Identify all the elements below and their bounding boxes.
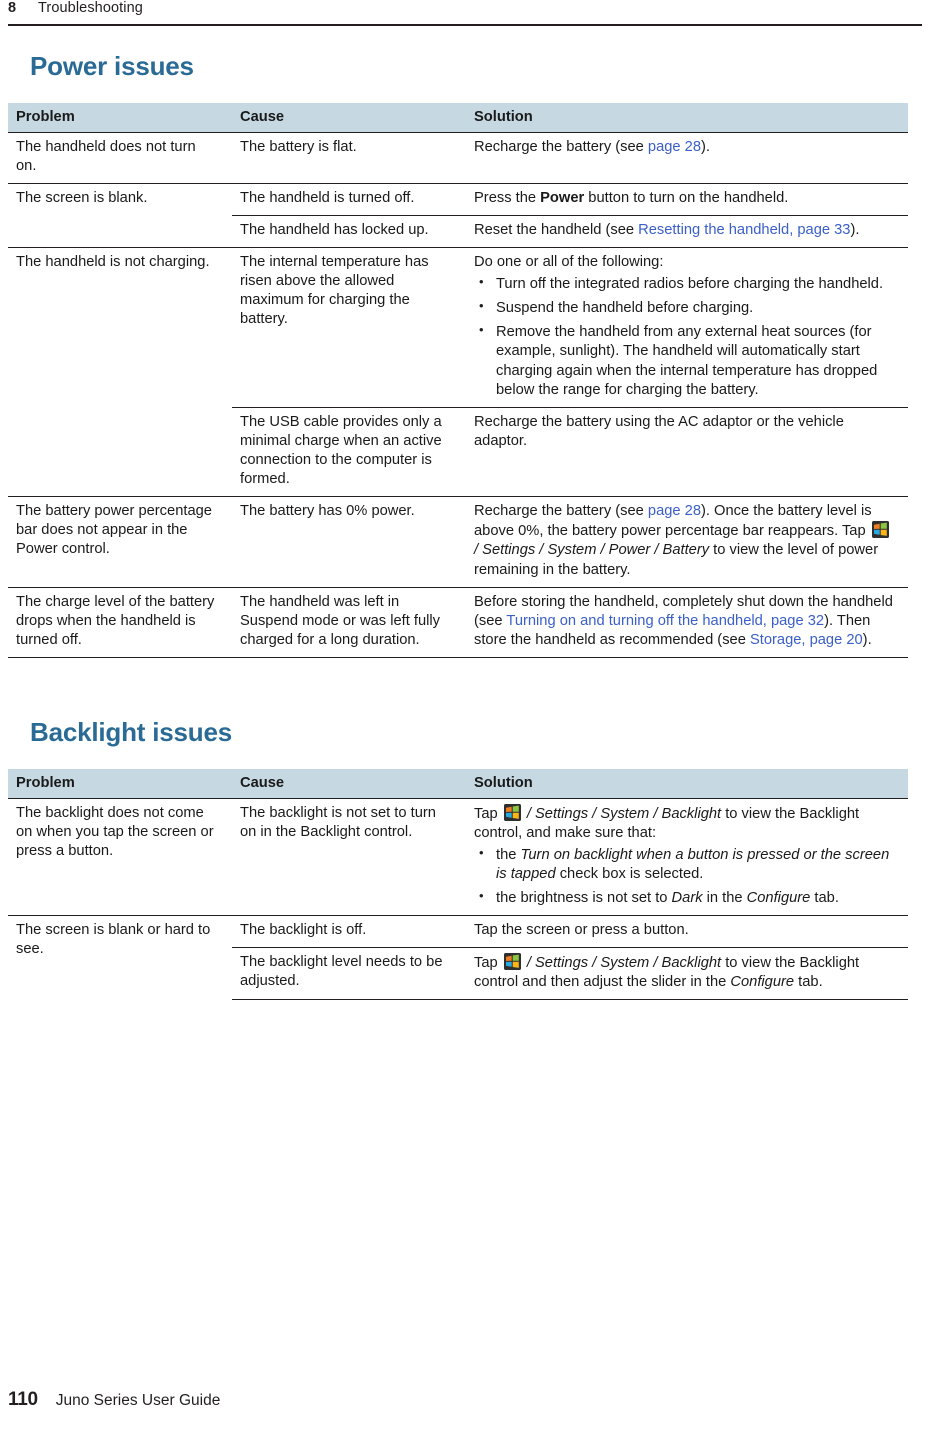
col-header-solution: Solution [466, 102, 908, 133]
book-title: Juno Series User Guide [55, 1392, 221, 1409]
cross-reference-link[interactable]: Resetting the handheld, page 33 [638, 222, 850, 238]
cell-cause: The battery has 0% power. [232, 496, 466, 588]
list-item: the brightness is not set to Dark in the… [474, 888, 894, 908]
cross-reference-link[interactable]: Turning on and turning off the handheld,… [506, 613, 824, 629]
solution-lead-in: Tap / Settings / System / Backlight to v… [474, 803, 894, 843]
table-row: The screen is blank or hard to see. The … [8, 915, 908, 1000]
tab-name-label: Configure [746, 890, 811, 907]
cell-solution: Recharge the battery (see page 28). [466, 131, 908, 184]
cell-solution: Press the Power button to turn on the ha… [466, 182, 908, 216]
cell-cause: The backlight level needs to be adjusted… [232, 947, 466, 1001]
cell-cause: The backlight is off. [232, 915, 466, 948]
solution-lead-in: Do one or all of the following: [474, 254, 664, 271]
document-page: 8 Troubleshooting Power issues Problem C… [0, 0, 930, 1431]
bullet-text-mid: in the [702, 890, 747, 907]
solution-text-tail: tab. [794, 974, 823, 991]
cell-cause: The handheld has locked up. [232, 214, 466, 248]
table-row: The screen is blank. The handheld is tur… [8, 182, 908, 248]
section-heading-power: Power issues [30, 51, 194, 81]
menu-path: / Settings / System / Power / Battery [474, 542, 710, 559]
col-header-cause: Cause [232, 768, 466, 799]
chapter-number: 8 [8, 0, 17, 16]
cell-cause: The battery is flat. [232, 131, 466, 184]
cell-solution: Do one or all of the following: Turn off… [466, 247, 908, 408]
cell-problem: The handheld is not charging. [8, 247, 232, 497]
solution-text-tail: ). [701, 138, 710, 155]
solution-text: Tap [474, 805, 502, 822]
cell-solution: Recharge the battery using the AC adapto… [466, 406, 908, 497]
cell-cause: The handheld was left in Suspend mode or… [232, 586, 466, 659]
windows-start-orb-icon[interactable] [871, 521, 889, 539]
solution-text: Reset the handheld (see [474, 221, 639, 238]
cell-solution: Tap / Settings / System / Backlight to v… [466, 947, 908, 1001]
menu-path: / Settings / System / Backlight [522, 805, 722, 822]
bullet-text: the [496, 846, 521, 863]
solution-text-tail: button to turn on the handheld. [584, 189, 789, 206]
table-row: The handheld does not turn on. The batte… [8, 131, 908, 184]
table-row: The battery power percentage bar does no… [8, 496, 908, 588]
cell-problem: The charge level of the battery drops wh… [8, 586, 232, 659]
brightness-value-label: Dark [671, 890, 703, 907]
power-button-label: Power [540, 189, 585, 206]
solution-text: Recharge the battery (see [474, 503, 648, 520]
cell-cause: The internal temperature has risen above… [232, 247, 466, 408]
solution-text-tail: ). [850, 221, 860, 238]
cell-solution: Recharge the battery (see page 28). Once… [466, 496, 908, 588]
bullet-text-tail: tab. [810, 890, 839, 907]
list-item: Suspend the handheld before charging. [474, 298, 894, 318]
col-header-solution: Solution [466, 768, 908, 799]
table-header-row: Problem Cause Solution [8, 102, 908, 133]
running-head-rule [8, 24, 922, 26]
cell-problem: The backlight does not come on when you … [8, 797, 232, 916]
tab-name-label: Configure [730, 974, 795, 991]
cell-solution: Before storing the handheld, completely … [466, 586, 908, 659]
menu-path: / Settings / System / Backlight [522, 955, 722, 972]
solution-bullet-list: Turn off the integrated radios before ch… [474, 274, 894, 400]
cell-problem: The battery power percentage bar does no… [8, 496, 232, 588]
table-header-row: Problem Cause Solution [8, 768, 908, 799]
table-row: The backlight does not come on when you … [8, 797, 908, 916]
cell-cause: The USB cable provides only a minimal ch… [232, 406, 466, 497]
solution-text: Press the [474, 189, 541, 206]
page-number: 110 [8, 1389, 38, 1410]
col-header-problem: Problem [8, 102, 232, 133]
page-content: Power issues Problem Cause Solution The … [8, 51, 922, 1001]
backlight-issues-table: Problem Cause Solution The backlight doe… [8, 768, 908, 1001]
page-footer: 110 Juno Series User Guide [8, 1389, 220, 1411]
cell-solution: Reset the handheld (see Resetting the ha… [466, 214, 908, 248]
bullet-text-tail: check box is selected. [555, 865, 704, 882]
windows-start-orb-icon[interactable] [503, 953, 521, 971]
cell-problem: The screen is blank or hard to see. [8, 915, 232, 1000]
table-row: The charge level of the battery drops wh… [8, 586, 908, 659]
cell-problem: The screen is blank. [8, 182, 232, 248]
cell-cause: The backlight is not set to turn on in t… [232, 797, 466, 916]
cell-solution: Tap / Settings / System / Backlight to v… [466, 797, 908, 916]
solution-text-tail: ). [862, 631, 872, 648]
power-issues-table: Problem Cause Solution The handheld does… [8, 102, 908, 659]
bullet-text: the brightness is not set to [496, 890, 672, 907]
col-header-cause: Cause [232, 102, 466, 133]
col-header-problem: Problem [8, 768, 232, 799]
section-heading-backlight: Backlight issues [30, 717, 232, 747]
list-item: the Turn on backlight when a button is p… [474, 845, 894, 884]
cross-reference-link[interactable]: page 28 [648, 139, 701, 155]
windows-start-orb-icon[interactable] [503, 803, 521, 821]
table-row: The handheld is not charging. The intern… [8, 247, 908, 497]
list-item: Turn off the integrated radios before ch… [474, 274, 894, 294]
solution-text: Tap [474, 955, 502, 972]
solution-text: Recharge the battery (see [474, 138, 648, 155]
cross-reference-link[interactable]: Storage, page 20 [750, 632, 863, 648]
cell-solution: Tap the screen or press a button. [466, 915, 908, 948]
cell-problem: The handheld does not turn on. [8, 131, 232, 184]
list-item: Remove the handheld from any external he… [474, 322, 894, 399]
cross-reference-link[interactable]: page 28 [648, 503, 701, 519]
solution-bullet-list: the Turn on backlight when a button is p… [474, 845, 894, 908]
cell-cause: The handheld is turned off. [232, 182, 466, 216]
chapter-title: Troubleshooting [38, 0, 143, 16]
